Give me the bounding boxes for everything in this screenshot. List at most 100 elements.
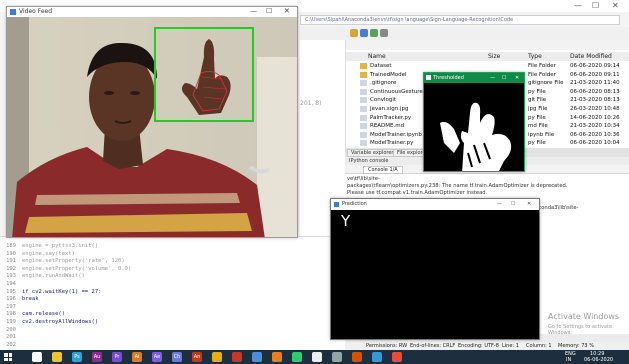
file-type: gitignore File xyxy=(528,80,564,87)
options-icon[interactable] xyxy=(380,29,388,37)
status-bar: Permissions: RW End-of-lines: CRLF Encod… xyxy=(330,342,629,350)
file-type: py File xyxy=(528,88,546,95)
ide-maximize-button[interactable]: ☐ xyxy=(592,1,599,10)
file-icon xyxy=(360,123,367,130)
ide-close-button[interactable]: ✕ xyxy=(612,1,619,10)
status-eol: End-of-lines: CRLF xyxy=(410,343,456,349)
minimize-button[interactable]: — xyxy=(490,74,495,83)
status-permissions: Permissions: RW xyxy=(366,343,408,349)
video-feed-title: Video Feed xyxy=(19,8,53,15)
file-explorer-toolbar xyxy=(346,40,629,50)
column-size[interactable]: Size xyxy=(488,53,500,60)
file-date: 06-06-2020 10:04 xyxy=(570,140,620,147)
taskbar-app-icon[interactable] xyxy=(332,352,342,362)
file-name: Dataset xyxy=(370,63,392,69)
line-number: 192 xyxy=(6,265,16,272)
file-type: py File xyxy=(528,140,546,147)
line-number: 194 xyxy=(6,281,16,287)
taskbar: Ps Au Pr Ai Ae Ch An ENG IN 10:29 06-06-2020 xyxy=(0,350,629,364)
thresholded-titlebar[interactable]: Thresholded — ☐ ✕ xyxy=(424,73,524,83)
code-text: if cv2.waitKey(1) == 27: xyxy=(22,288,102,295)
line-number: 196 xyxy=(6,296,16,303)
file-icon xyxy=(360,114,367,121)
up-arrow-icon[interactable] xyxy=(360,29,368,37)
taskbar-app-icon[interactable] xyxy=(212,352,222,362)
taskbar-app-icon[interactable]: Ch xyxy=(172,352,182,362)
minimize-button[interactable]: — xyxy=(250,7,257,16)
close-button[interactable]: ✕ xyxy=(527,200,531,209)
taskbar-app-icon[interactable] xyxy=(312,352,322,362)
file-icon xyxy=(360,131,367,138)
line-number: 190 xyxy=(6,250,16,257)
folder-icon xyxy=(360,63,367,69)
taskbar-app-icon[interactable]: Pr xyxy=(112,352,122,362)
maximize-button[interactable]: ☐ xyxy=(511,200,515,209)
maximize-button[interactable]: ☐ xyxy=(266,7,272,16)
maximize-button[interactable]: ☐ xyxy=(502,74,506,83)
code-text: engine.runAndWait() xyxy=(22,273,85,280)
webcam-frame xyxy=(7,17,297,237)
file-date: 06-06-2020 09:11 xyxy=(570,71,620,78)
hand-silhouette xyxy=(424,83,524,171)
taskbar-app-icon[interactable] xyxy=(372,352,382,362)
activate-windows-title: Activate Windows xyxy=(548,312,620,321)
line-number: 198 xyxy=(6,311,16,318)
refresh-icon[interactable] xyxy=(370,29,378,37)
column-date[interactable]: Date Modified xyxy=(570,53,612,60)
video-feed-window[interactable]: Video Feed — ☐ ✕ xyxy=(6,6,298,238)
file-icon xyxy=(360,88,367,95)
code-text: engine.say(text) xyxy=(22,250,75,257)
window-app-icon xyxy=(10,9,16,15)
taskbar-app-icon[interactable]: Ai xyxy=(132,352,142,362)
file-date: 06-06-2020 09:14 xyxy=(570,63,620,69)
predicted-letter: Y xyxy=(341,212,351,230)
ide-minimize-button[interactable]: — xyxy=(574,1,582,10)
console-tab[interactable]: Console 1/A xyxy=(363,166,403,174)
minimize-button[interactable]: — xyxy=(497,200,502,209)
thresholded-window[interactable]: Thresholded — ☐ ✕ xyxy=(423,72,525,172)
taskbar-app-icon[interactable]: An xyxy=(192,352,202,362)
taskbar-app-icon[interactable] xyxy=(232,352,242,362)
ide-toolbar xyxy=(300,27,629,40)
file-name: TrainedModel xyxy=(370,71,407,78)
tab-variable-explorer[interactable]: Variable explorer xyxy=(347,149,398,157)
code-text: cv2.destroyAllWindows() xyxy=(22,319,99,325)
threshold-image xyxy=(424,83,524,171)
file-explorer-header: Name Size Type Date Modified xyxy=(346,52,629,61)
close-button[interactable]: ✕ xyxy=(284,7,290,16)
code-editor[interactable]: 189 engine = pyttsx3.init() 190 engine.sa… xyxy=(0,236,345,350)
taskbar-app-icon[interactable] xyxy=(272,352,282,362)
column-name[interactable]: Name xyxy=(368,53,386,60)
line-number: 193 xyxy=(6,273,16,280)
prediction-canvas: Y xyxy=(331,210,539,339)
taskbar-app-icon[interactable] xyxy=(392,352,402,362)
file-date: 21-03-2020 08:13 xyxy=(570,97,620,104)
taskbar-app-icon[interactable] xyxy=(252,352,262,362)
path-bar[interactable]: C:\Users\Sipahi\Anaconda3\envs\tf\sign l… xyxy=(300,15,620,25)
folder-icon[interactable] xyxy=(350,29,358,37)
line-number: 197 xyxy=(6,303,16,310)
taskbar-app-icon[interactable] xyxy=(292,352,302,362)
windows-start-button[interactable] xyxy=(4,353,12,361)
taskbar-app-icon[interactable] xyxy=(52,352,62,362)
file-icon xyxy=(360,140,367,147)
prediction-titlebar[interactable]: Prediction — ☐ ✕ xyxy=(331,199,539,210)
taskbar-app-icon[interactable]: Au xyxy=(92,352,102,362)
taskbar-app-icon[interactable] xyxy=(32,352,42,362)
taskbar-app-icon[interactable] xyxy=(352,352,362,362)
status-memory: Memory: 73 % xyxy=(558,343,594,349)
file-type: md File xyxy=(528,123,548,130)
taskbar-app-icon[interactable]: Ps xyxy=(72,352,82,362)
file-type: jpg File xyxy=(528,106,548,112)
video-feed-titlebar[interactable]: Video Feed — ☐ ✕ xyxy=(7,7,297,17)
file-name: Jevan.sign.jpg xyxy=(370,106,409,112)
line-number: 195 xyxy=(6,288,16,295)
close-button[interactable]: ✕ xyxy=(515,74,519,83)
prediction-window[interactable]: Prediction — ☐ ✕ Y xyxy=(330,198,540,340)
status-column: Column: 1 xyxy=(526,343,552,349)
column-type[interactable]: Type xyxy=(528,53,542,60)
file-type: File Folder xyxy=(528,71,556,78)
status-line: Line: 1 xyxy=(502,343,519,349)
taskbar-app-icon[interactable]: Ae xyxy=(152,352,162,362)
console-line: Please use tf.compat.v1.train.AdamOptimi… xyxy=(347,190,488,197)
